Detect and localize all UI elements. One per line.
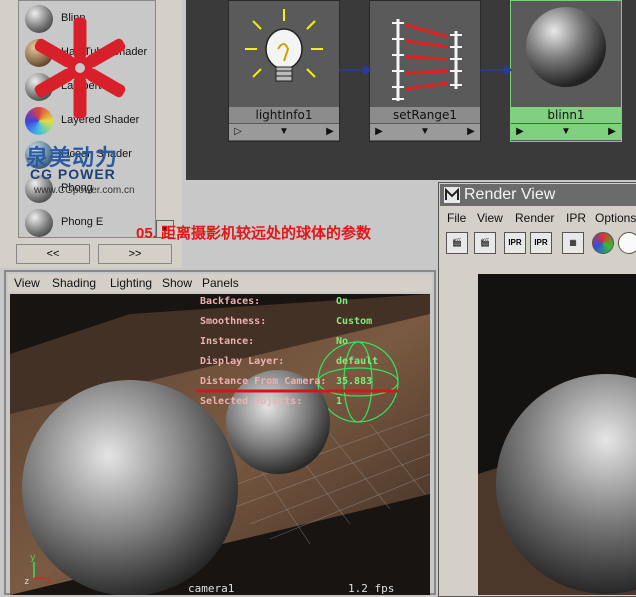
- viewport-canvas[interactable]: y z x Backfaces: On Smoothness: Custom I…: [10, 294, 430, 595]
- svg-text:x: x: [46, 577, 52, 587]
- node-name: lightInfo1: [229, 107, 339, 123]
- tutorial-caption: 05. 距离摄影机较远处的球体的参数: [136, 225, 372, 242]
- color-channel-icon[interactable]: [592, 232, 614, 254]
- hud-value: 1: [336, 396, 343, 407]
- expand-icon[interactable]: ▼: [418, 124, 432, 140]
- menu-shading[interactable]: Shading: [52, 276, 96, 290]
- render-view-toolbar: 🎬 🎬 IPR IPR ▦: [440, 228, 636, 258]
- output-port-icon[interactable]: ▶: [605, 124, 619, 140]
- render-view-menu-bar: File View Render IPR Options: [440, 208, 636, 228]
- node-ports: ▶ ▼ ▶: [370, 124, 480, 140]
- node-ports: ▶ ▼ ▶: [511, 124, 621, 140]
- blinn-sphere-icon: [515, 1, 617, 105]
- alpha-icon[interactable]: [618, 232, 636, 254]
- node-lightinfo[interactable]: lightInfo1 ▷ ▼ ▶: [228, 0, 340, 142]
- hud-value: No: [336, 336, 349, 347]
- maya-logo-icon: [444, 187, 460, 203]
- hud-value: On: [336, 296, 349, 307]
- menu-show[interactable]: Show: [162, 276, 192, 290]
- menu-options[interactable]: Options: [595, 211, 636, 225]
- logo-english-text: CG POWER: [30, 166, 116, 182]
- rendered-image: [478, 274, 636, 595]
- hud-label: Backfaces:: [200, 296, 261, 307]
- hud-value: 35.883: [336, 376, 373, 387]
- menu-file[interactable]: File: [447, 211, 466, 225]
- phong-e-swatch-icon: [25, 209, 53, 237]
- svg-text:y: y: [30, 553, 36, 563]
- viewport-menu-bar: View Shading Lighting Show Panels: [8, 274, 432, 292]
- node-ports: ▷ ▼ ▶: [229, 124, 339, 140]
- menu-panels[interactable]: Panels: [202, 276, 239, 290]
- output-port-icon[interactable]: ▶: [464, 124, 478, 140]
- prev-page-button[interactable]: <<: [16, 244, 90, 264]
- expand-icon[interactable]: ▼: [559, 124, 573, 140]
- hud-label: Instance:: [200, 336, 255, 347]
- camera-name: camera1: [188, 582, 235, 595]
- node-blinn[interactable]: blinn1 ▶ ▼ ▶: [510, 0, 622, 142]
- menu-view[interactable]: View: [14, 276, 40, 290]
- node-name: setRange1: [370, 107, 480, 123]
- node-setrange[interactable]: setRange1 ▶ ▼ ▶: [369, 0, 481, 142]
- menu-lighting[interactable]: Lighting: [110, 276, 152, 290]
- redo-render-icon[interactable]: 🎬: [474, 232, 496, 254]
- snapshot-icon[interactable]: ▦: [562, 232, 584, 254]
- material-item-label: Phong E: [61, 216, 104, 228]
- hud-label: Distance From Camera:: [200, 376, 327, 387]
- menu-ipr[interactable]: IPR: [566, 211, 586, 225]
- hud-label: Selected Objects:: [200, 396, 303, 407]
- light-bulb-icon: [233, 1, 335, 105]
- menu-render[interactable]: Render: [515, 211, 554, 225]
- hud-value: Custom: [336, 316, 373, 327]
- render-canvas[interactable]: [478, 274, 636, 595]
- fps-readout: 1.2 fps: [348, 582, 395, 595]
- logo-url-text: www.CGpower.com.cn: [34, 185, 135, 196]
- hud-label: Smoothness:: [200, 316, 267, 327]
- menu-view[interactable]: View: [477, 211, 503, 225]
- output-port-icon[interactable]: ▶: [323, 124, 337, 140]
- ipr-refresh-icon[interactable]: IPR: [530, 232, 552, 254]
- render-view-titlebar[interactable]: Render View: [440, 184, 636, 206]
- hud-value: default: [336, 356, 379, 367]
- node-name: blinn1: [511, 107, 621, 123]
- hud-label: Display Layer:: [200, 356, 285, 367]
- ipr-icon[interactable]: IPR: [504, 232, 526, 254]
- expand-icon[interactable]: ▼: [277, 124, 291, 140]
- input-port-icon[interactable]: ▶: [372, 124, 386, 140]
- input-port-icon[interactable]: ▶: [513, 124, 527, 140]
- next-page-button[interactable]: >>: [98, 244, 172, 264]
- window-title: Render View: [464, 186, 556, 203]
- input-port-icon[interactable]: ▷: [231, 124, 245, 140]
- svg-text:z: z: [24, 577, 29, 587]
- render-icon[interactable]: 🎬: [446, 232, 468, 254]
- set-range-icon: [374, 1, 476, 105]
- material-item-phong-e[interactable]: Phong E: [23, 207, 153, 239]
- hypershade-graph: lightInfo1 ▷ ▼ ▶ setRange1 ▶ ▼ ▶ blinn1 …: [186, 0, 636, 180]
